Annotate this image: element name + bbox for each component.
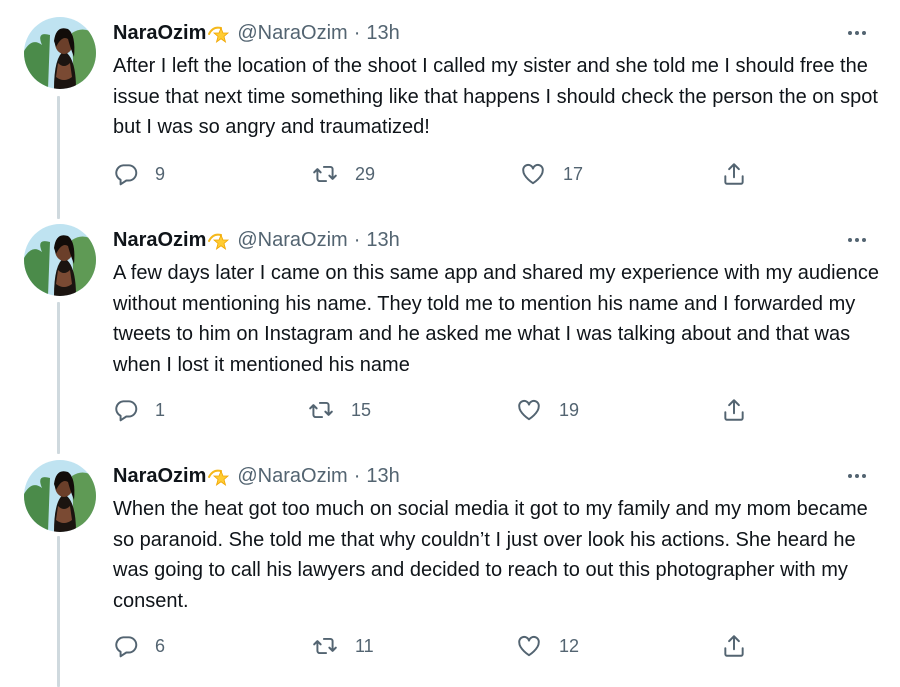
more-icon[interactable]	[844, 230, 870, 250]
dizzy-star-emoji	[207, 229, 231, 251]
dizzy-star-emoji	[207, 465, 231, 487]
reply-icon	[115, 400, 138, 422]
retweet-button[interactable]: 29	[311, 159, 375, 189]
separator-dot: ·	[353, 464, 361, 487]
tweet-text: After I left the location of the shoot I…	[113, 55, 878, 138]
retweet-count: 15	[351, 399, 372, 420]
heart-icon	[522, 163, 544, 185]
reply-icon	[115, 636, 138, 658]
tweet[interactable]: NaraOzim @NaraOzim · 13h After I left th…	[0, 17, 900, 217]
reply-count: 6	[155, 635, 166, 656]
tweet[interactable]: NaraOzim @NaraOzim · 13h When the heat g…	[0, 460, 900, 687]
user-handle[interactable]: @NaraOzim	[237, 22, 347, 45]
like-count: 12	[559, 635, 580, 656]
timestamp[interactable]: 13h	[366, 465, 399, 488]
tweet-header: NaraOzim @NaraOzim · 13h	[113, 19, 400, 47]
display-name[interactable]: NaraOzim	[113, 229, 206, 252]
tweet-text: When the heat got too much on social med…	[113, 498, 868, 612]
user-handle[interactable]: @NaraOzim	[237, 229, 347, 252]
avatar[interactable]	[24, 17, 96, 89]
like-count: 17	[563, 163, 584, 184]
retweet-button[interactable]: 15	[307, 395, 371, 425]
tweet-actions: 9 29 17	[113, 159, 773, 189]
retweet-icon	[313, 637, 337, 655]
heart-icon	[518, 399, 540, 421]
separator-dot: ·	[353, 21, 361, 44]
dizzy-star-emoji	[207, 22, 231, 44]
reply-count: 1	[155, 399, 166, 420]
retweet-button[interactable]: 11	[311, 631, 374, 661]
reply-button[interactable]: 9	[113, 159, 165, 189]
share-button[interactable]	[721, 631, 747, 661]
separator-dot: ·	[353, 228, 361, 251]
reply-icon	[115, 164, 138, 186]
tweet-header: NaraOzim @NaraOzim · 13h	[113, 462, 400, 490]
retweet-count: 29	[355, 163, 376, 184]
more-icon[interactable]	[844, 23, 870, 43]
display-name[interactable]: NaraOzim	[113, 465, 206, 488]
tweet-actions: 6 11 12	[113, 631, 773, 661]
like-button[interactable]: 12	[515, 631, 579, 661]
retweet-icon	[309, 401, 333, 419]
avatar[interactable]	[24, 460, 96, 532]
share-icon	[724, 163, 744, 185]
share-icon	[724, 635, 744, 657]
reply-count: 9	[155, 163, 166, 184]
retweet-icon	[313, 165, 337, 183]
tweet-actions: 1 15 19	[113, 395, 773, 425]
like-button[interactable]: 17	[519, 159, 583, 189]
reply-button[interactable]: 6	[113, 631, 165, 661]
tweet-header: NaraOzim @NaraOzim · 13h	[113, 226, 400, 254]
tweet[interactable]: NaraOzim @NaraOzim · 13h A few days late…	[0, 224, 900, 454]
share-icon	[724, 399, 744, 421]
heart-icon	[518, 635, 540, 657]
timestamp[interactable]: 13h	[366, 22, 399, 45]
reply-button[interactable]: 1	[113, 395, 165, 425]
like-button[interactable]: 19	[515, 395, 579, 425]
user-handle[interactable]: @NaraOzim	[237, 465, 347, 488]
more-icon[interactable]	[844, 466, 870, 486]
timestamp[interactable]: 13h	[366, 229, 399, 252]
like-count: 19	[559, 399, 580, 420]
display-name[interactable]: NaraOzim	[113, 22, 206, 45]
share-button[interactable]	[721, 395, 747, 425]
retweet-count: 11	[355, 635, 374, 656]
share-button[interactable]	[721, 159, 747, 189]
avatar[interactable]	[24, 224, 96, 296]
tweet-text: A few days later I came on this same app…	[113, 262, 879, 376]
